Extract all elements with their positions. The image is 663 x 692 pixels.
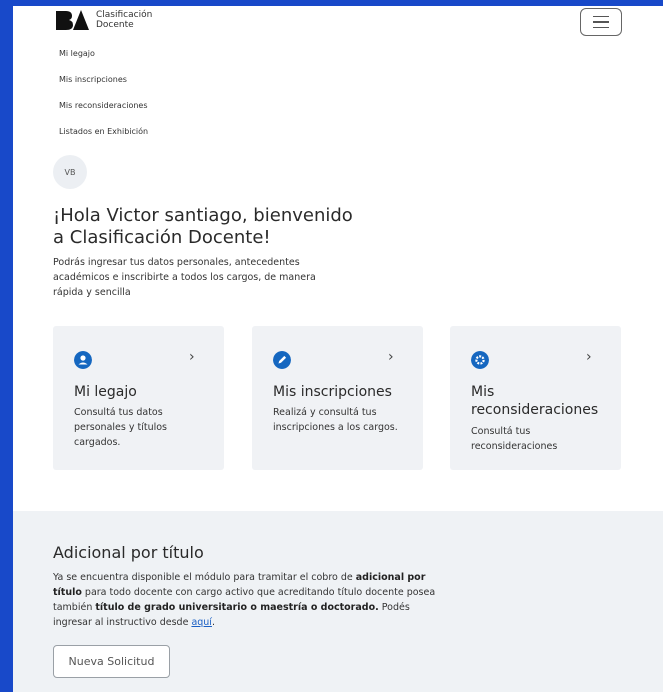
chevron-right-icon: ›	[388, 349, 394, 365]
nav-item-mi-legajo[interactable]: Mi legajo	[59, 48, 148, 74]
welcome-title: ¡Hola Victor santiago, bienvenido a Clas…	[53, 205, 353, 248]
header: Clasificación Docente	[13, 6, 663, 46]
nav-item-mis-reconsideraciones[interactable]: Mis reconsideraciones	[59, 100, 148, 126]
brand-line1: Clasificación	[96, 10, 153, 20]
banner-text-bold: título de grado universitario o maestría…	[95, 602, 379, 613]
nav-menu: Mi legajo Mis inscripciones Mis reconsid…	[59, 48, 148, 152]
page: Clasificación Docente Mi legajo Mis insc…	[13, 6, 663, 692]
pencil-icon	[273, 351, 291, 369]
banner-text-part: .	[211, 617, 215, 628]
banner-title: Adicional por título	[53, 543, 204, 562]
card-title: Mis inscripciones	[273, 384, 392, 400]
card-title: Mis reconsideraciones	[471, 384, 599, 418]
card-description: Realizá y consultá tus inscripciones a l…	[273, 407, 398, 433]
gear-icon	[471, 351, 489, 369]
banner-text: Ya se encuentra disponible el módulo par…	[53, 570, 443, 630]
banner-text-part: Ya se encuentra disponible el módulo par…	[53, 572, 356, 583]
avatar[interactable]: VB	[53, 155, 87, 189]
hamburger-icon-line	[593, 21, 609, 23]
user-icon	[74, 351, 92, 369]
ba-logo-icon	[56, 10, 89, 30]
nueva-solicitud-button[interactable]: Nueva Solicitud	[53, 645, 170, 678]
chevron-right-icon: ›	[586, 349, 592, 365]
card-mi-legajo[interactable]: › Mi legajo Consultá tus datos personale…	[53, 326, 224, 470]
instructivo-link[interactable]: aquí	[191, 617, 212, 628]
card-description: Consultá tus reconsideraciones	[471, 426, 558, 452]
chevron-right-icon: ›	[189, 349, 195, 365]
adicional-banner: Adicional por título Ya se encuentra dis…	[13, 511, 663, 692]
menu-button[interactable]	[580, 8, 622, 36]
card-mis-reconsideraciones[interactable]: › Mis reconsideraciones Consultá tus rec…	[450, 326, 621, 470]
card-mis-inscripciones[interactable]: › Mis inscripciones Realizá y consultá t…	[252, 326, 423, 470]
card-title: Mi legajo	[74, 384, 137, 400]
hamburger-icon	[593, 15, 609, 18]
nav-item-listados-exhibicion[interactable]: Listados en Exhibición	[59, 126, 148, 152]
brand-name: Clasificación Docente	[96, 10, 152, 30]
hamburger-icon-line	[593, 26, 609, 29]
welcome-text: Podrás ingresar tus datos personales, an…	[53, 257, 316, 298]
brand-line2: Docente	[96, 20, 134, 30]
brand-logo[interactable]: Clasificación Docente	[55, 9, 152, 31]
card-description: Consultá tus datos personales y títulos …	[74, 407, 167, 448]
nav-item-mis-inscripciones[interactable]: Mis inscripciones	[59, 74, 148, 100]
